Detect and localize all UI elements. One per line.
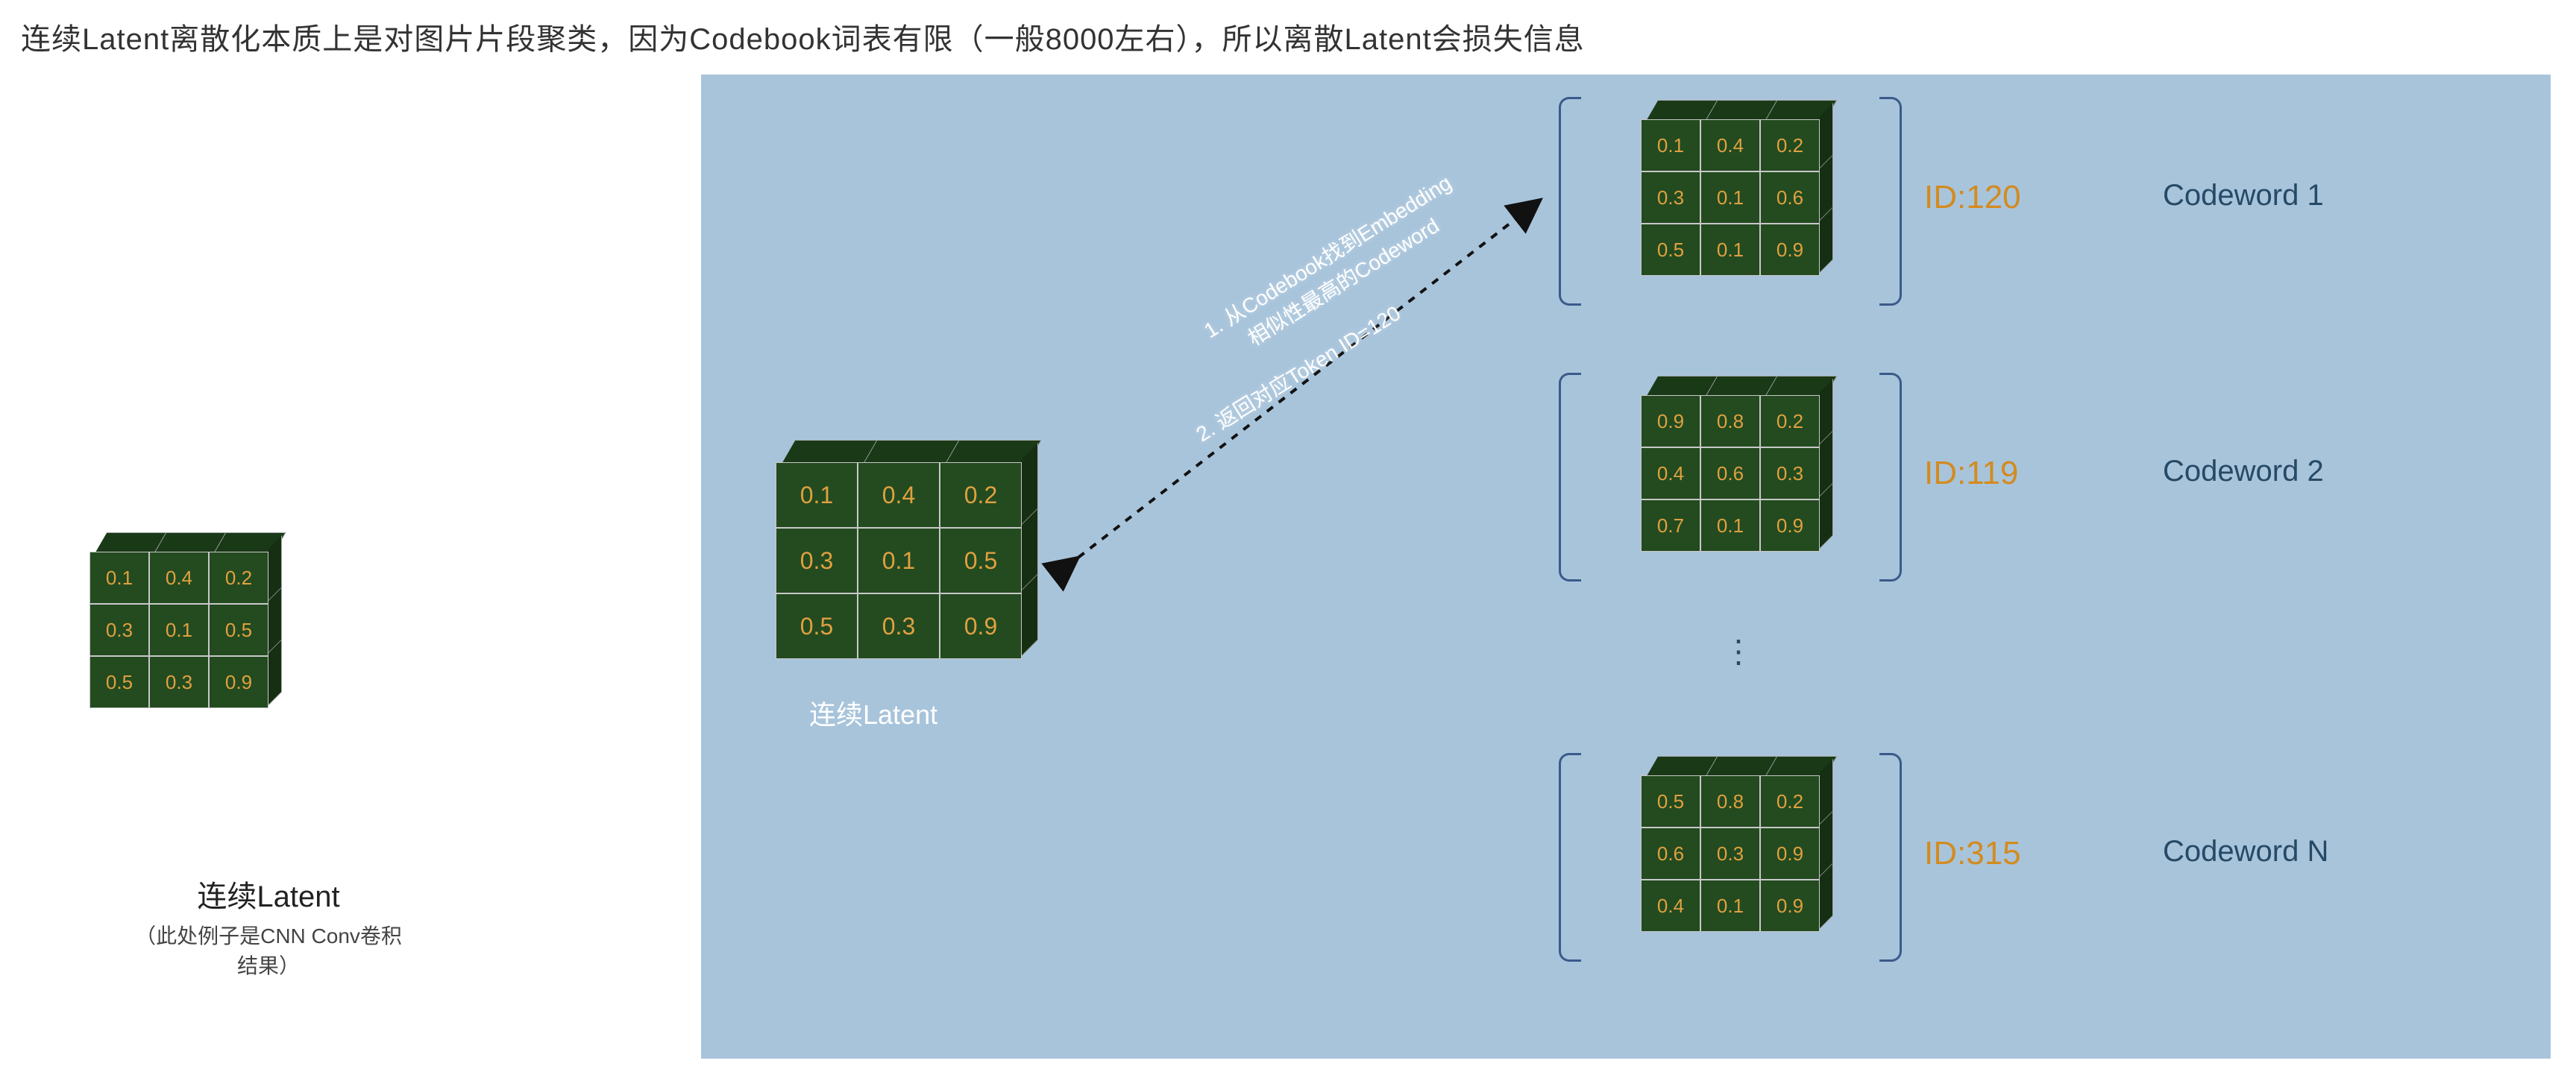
cell: 0.9 <box>1641 395 1700 447</box>
cell: 0.1 <box>1700 499 1760 552</box>
cell: 0.3 <box>858 593 940 659</box>
cell: 0.6 <box>1700 447 1760 499</box>
cell: 0.5 <box>1641 775 1700 828</box>
bracket-right-icon <box>1879 97 1902 306</box>
cell: 0.6 <box>1760 171 1820 224</box>
codeword-1-id: ID:120 <box>1924 179 2021 216</box>
bracket-right-icon <box>1879 373 1902 582</box>
cell: 0.8 <box>1700 775 1760 828</box>
cell: 0.1 <box>1641 119 1700 171</box>
codeword-n-name: Codeword N <box>2163 835 2328 869</box>
cell: 0.5 <box>776 593 858 659</box>
left-latent-cube: 0.1 0.4 0.2 0.3 0.1 0.5 0.5 0.3 0.9 <box>89 552 268 708</box>
cell: 0.4 <box>1700 119 1760 171</box>
page-heading: 连续Latent离散化本质上是对图片片段聚类，因为Codebook词表有限（一般… <box>21 15 1585 58</box>
cell: 0.2 <box>1760 775 1820 828</box>
cell: 0.5 <box>1641 224 1700 276</box>
bracket-right-icon <box>1879 753 1902 962</box>
cell: 0.9 <box>209 656 268 708</box>
panel-latent-label: 连续Latent <box>809 693 937 732</box>
cell: 0.6 <box>1641 828 1700 880</box>
cell: 0.3 <box>1700 828 1760 880</box>
cell: 0.2 <box>1760 119 1820 171</box>
diagram-panel: 0.1 0.4 0.2 0.3 0.1 0.5 0.5 0.3 0.9 连续La… <box>701 75 2551 1059</box>
left-latent-caption: 连续Latent （此处例子是CNN Conv卷积结果） <box>134 872 403 980</box>
cell: 0.7 <box>1641 499 1700 552</box>
cell: 0.2 <box>1760 395 1820 447</box>
cell: 0.9 <box>940 593 1022 659</box>
cell: 0.9 <box>1760 224 1820 276</box>
cell: 0.5 <box>89 656 149 708</box>
cell: 0.4 <box>149 552 209 604</box>
cell: 0.3 <box>1760 447 1820 499</box>
left-latent-label: 连续Latent <box>134 872 403 915</box>
cell: 0.8 <box>1700 395 1760 447</box>
cell: 0.3 <box>89 604 149 656</box>
bracket-left-icon <box>1559 97 1581 306</box>
cell: 0.3 <box>149 656 209 708</box>
cell: 0.3 <box>776 528 858 593</box>
codeword-n-cube: 0.5 0.8 0.2 0.6 0.3 0.9 0.4 0.1 0.9 <box>1641 775 1820 932</box>
cell: 0.1 <box>776 462 858 528</box>
cell: 0.1 <box>1700 171 1760 224</box>
cell: 0.1 <box>89 552 149 604</box>
codeword-1-cube: 0.1 0.4 0.2 0.3 0.1 0.6 0.5 0.1 0.9 <box>1641 119 1820 276</box>
cell: 0.2 <box>940 462 1022 528</box>
cell: 0.5 <box>209 604 268 656</box>
cell: 0.5 <box>940 528 1022 593</box>
cell: 0.2 <box>209 552 268 604</box>
cell: 0.9 <box>1760 828 1820 880</box>
codeword-2-name: Codeword 2 <box>2163 455 2324 488</box>
cell: 0.1 <box>1700 224 1760 276</box>
cell: 0.4 <box>1641 447 1700 499</box>
cell: 0.9 <box>1760 499 1820 552</box>
cell: 0.3 <box>1641 171 1700 224</box>
codeword-1-name: Codeword 1 <box>2163 179 2324 212</box>
bracket-left-icon <box>1559 753 1581 962</box>
left-latent-sublabel: （此处例子是CNN Conv卷积结果） <box>134 920 403 980</box>
ellipsis-icon: ⋮ <box>1723 641 1756 662</box>
codeword-2-id: ID:119 <box>1924 455 2018 492</box>
cell: 0.1 <box>858 528 940 593</box>
codeword-n-id: ID:315 <box>1924 835 2021 872</box>
bracket-left-icon <box>1559 373 1581 582</box>
cell: 0.4 <box>1641 880 1700 932</box>
codeword-2-cube: 0.9 0.8 0.2 0.4 0.6 0.3 0.7 0.1 0.9 <box>1641 395 1820 552</box>
cell: 0.9 <box>1760 880 1820 932</box>
cell: 0.4 <box>858 462 940 528</box>
cell: 0.1 <box>1700 880 1760 932</box>
cell: 0.1 <box>149 604 209 656</box>
panel-latent-cube: 0.1 0.4 0.2 0.3 0.1 0.5 0.5 0.3 0.9 <box>776 462 1022 659</box>
